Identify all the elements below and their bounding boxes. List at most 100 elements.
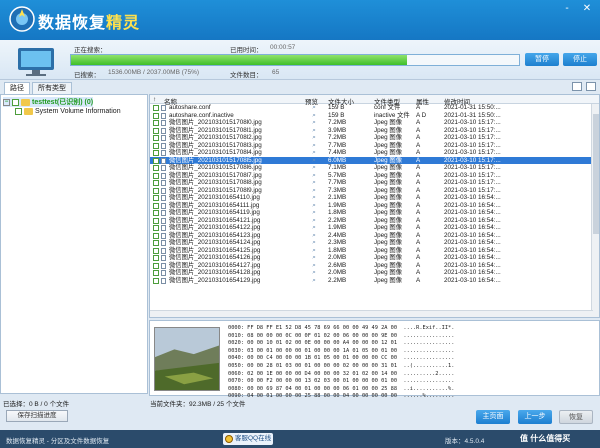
collapse-icon[interactable]: − [3,98,10,106]
preview-magnifier-icon[interactable]: ⌕ [310,134,318,142]
tree-item-system-volume[interactable]: System Volume Information [15,108,121,115]
file-row-checkbox[interactable] [153,187,159,194]
preview-magnifier-icon[interactable]: ⌕ [310,112,318,120]
file-name: 微信图片_202103101654129.jpg [169,276,261,284]
file-row-checkbox[interactable] [153,142,159,149]
file-row[interactable]: 微信图片_202103101654122.jpg ⌕ 1.9MB Jpeg 图像 A 20… [150,224,599,232]
file-row[interactable]: 微信图片_202103101654124.jpg ⌕ 2.3MB Jpeg 图像 A 20… [150,239,599,247]
preview-magnifier-icon[interactable]: ⌕ [310,179,318,187]
preview-magnifier-icon[interactable]: ⌕ [310,209,318,217]
preview-magnifier-icon[interactable]: ⌕ [310,269,318,277]
preview-magnifier-icon[interactable]: ⌕ [310,104,318,112]
file-row-checkbox[interactable] [153,217,159,224]
sort-arrow-icon[interactable]: ↑ [153,96,156,103]
preview-magnifier-icon[interactable]: ⌕ [310,232,318,240]
horizontal-scrollbar[interactable] [150,310,593,317]
close-button[interactable]: ✕ [580,3,594,15]
save-scan-progress-button[interactable]: 保存扫描进度 [6,410,68,422]
minimize-button[interactable]: - [560,3,574,15]
file-row-checkbox[interactable] [153,262,159,269]
file-type: Jpeg 图像 [374,179,402,186]
preview-magnifier-icon[interactable]: ⌕ [310,172,318,180]
file-row-checkbox[interactable] [153,150,159,156]
file-row[interactable]: 微信图片_20210310151708l6.jpg ⌕ 7.1MB Jpeg 图像 A 2… [150,164,599,172]
preview-magnifier-icon[interactable]: ⌕ [310,254,318,262]
file-row[interactable]: autoshare.conf.inactive ⌕ 159 B inactive 文件… [150,112,599,120]
tab-all-types[interactable]: 所有类型 [32,82,72,94]
file-row[interactable]: 微信图片_202103101654121.jpg ⌕ 2.2MB Jpeg 图像 A 20… [150,217,599,225]
file-row[interactable]: 微信图片_20210310151708l8.jpg ⌕ 7.7MB Jpeg 图像 A 2… [150,179,599,187]
file-row-checkbox[interactable] [153,172,159,179]
preview-magnifier-icon[interactable]: ⌕ [310,142,318,150]
vertical-scrollbar[interactable] [591,104,599,317]
file-row-checkbox[interactable] [153,135,159,141]
preview-magnifier-icon[interactable]: ⌕ [310,262,318,270]
file-row-checkbox[interactable] [153,225,159,231]
detail-view-icon[interactable] [586,82,596,91]
file-row[interactable]: 微信图片_202103101654125.jpg ⌕ 1.8MB Jpeg 图像 A 20… [150,247,599,255]
file-row-checkbox[interactable] [153,210,159,216]
file-name: 微信图片_202103101654124.jpg [169,239,261,246]
file-row[interactable]: 微信图片_202103101654129.jpg ⌕ 2.2MB Jpeg 图像 A 20… [150,277,599,285]
scrollbar-thumb[interactable] [593,114,599,234]
preview-magnifier-icon[interactable]: ⌕ [310,164,318,172]
preview-magnifier-icon[interactable]: ⌕ [310,157,318,165]
file-row[interactable]: 微信图片_20210310151708l9.jpg ⌕ 7.3MB Jpeg 图像 A 2… [150,187,599,195]
file-row[interactable]: 微信图片_202103101654111.jpg ⌕ 1.9MB Jpeg 图像 A 20… [150,202,599,210]
file-row-checkbox[interactable] [153,127,159,134]
recover-button[interactable]: 恢复 [559,410,593,424]
file-row[interactable]: 微信图片_202103101654119.jpg ⌕ 1.8MB Jpeg 图像 A 20… [150,209,599,217]
file-attr: A [416,209,421,216]
file-row-checkbox[interactable] [153,180,159,186]
preview-magnifier-icon[interactable]: ⌕ [310,119,318,127]
preview-magnifier-icon[interactable]: ⌕ [310,224,318,232]
file-row[interactable]: 微信图片_202103101654123.jpg ⌕ 2.4MB Jpeg 图像 A 20… [150,232,599,240]
preview-magnifier-icon[interactable]: ⌕ [310,187,318,195]
home-button[interactable]: 主页面 [476,410,510,424]
file-row[interactable]: 微信图片_20210310151708l2.jpg ⌕ 7.2MB Jpeg 图像 A 2… [150,134,599,142]
preview-magnifier-icon[interactable]: ⌕ [310,277,318,285]
file-row[interactable]: 微信图片_20210310151708l3.jpg ⌕ 7.7MB Jpeg 图像 A 2… [150,142,599,150]
file-row-checkbox[interactable] [153,270,159,276]
preview-magnifier-icon[interactable]: ⌕ [310,202,318,210]
list-view-icon[interactable] [572,82,582,91]
prev-step-button[interactable]: 上一步 [518,410,552,424]
preview-magnifier-icon[interactable]: ⌕ [310,194,318,202]
stop-button[interactable]: 停止 [563,53,597,66]
file-row[interactable]: 微信图片_20210310151708l5.jpg ⌕ 6.0MB Jpeg 图像 A 2… [150,156,599,165]
file-row-checkbox[interactable] [153,202,159,209]
file-row[interactable]: 微信图片_20210310151708l0.jpg ⌕ 7.2MB Jpeg 图像 A 2… [150,119,599,127]
file-row-checkbox[interactable] [153,105,159,111]
file-row-checkbox[interactable] [153,255,159,261]
tree-root[interactable]: − testtest(已识别) (0) [3,97,94,107]
tree-item-checkbox[interactable] [15,108,22,115]
preview-magnifier-icon[interactable]: ⌕ [310,127,318,135]
file-row[interactable]: autoshare.conf ⌕ 159 B conf 文件 A 2021-01-31 1… [150,104,599,112]
file-row[interactable]: 微信图片_20210310151708l1.jpg ⌕ 3.9MB Jpeg 图像 A 2… [150,127,599,135]
file-row-checkbox[interactable] [153,157,159,164]
file-row[interactable]: 微信图片_202103101654110.jpg ⌕ 2.1MB Jpeg 图像 A 20… [150,194,599,202]
tree-root-checkbox[interactable] [12,98,19,106]
qq-support-button[interactable]: 客服QQ在线 [223,433,273,445]
file-row-checkbox[interactable] [153,120,159,126]
file-row-checkbox[interactable] [153,165,159,171]
preview-magnifier-icon[interactable]: ⌕ [310,239,318,247]
file-row[interactable]: 微信图片_20210310151708l7.jpg ⌕ 5.7MB Jpeg 图像 A 2… [150,172,599,180]
file-row-checkbox[interactable] [153,232,159,239]
file-row-checkbox[interactable] [153,195,159,201]
preview-magnifier-icon[interactable]: ⌕ [310,149,318,157]
file-rows: autoshare.conf ⌕ 159 B conf 文件 A 2021-01-31 1… [150,104,599,284]
file-row[interactable]: 微信图片_20210310151708l4.jpg ⌕ 7.4MB Jpeg 图像 A 2… [150,149,599,157]
file-row[interactable]: 微信图片_202103101654128.jpg ⌕ 2.0MB Jpeg 图像 A 20… [150,269,599,277]
file-row[interactable]: 微信图片_202103101654127.jpg ⌕ 2.6MB Jpeg 图像 A 20… [150,262,599,270]
file-row[interactable]: 微信图片_202103101654126.jpg ⌕ 2.0MB Jpeg 图像 A 20… [150,254,599,262]
pause-button[interactable]: 暂停 [525,53,559,66]
file-row-checkbox[interactable] [153,112,159,119]
file-date: 2021-03-10 16:54:... [444,276,501,284]
preview-magnifier-icon[interactable]: ⌕ [310,217,318,225]
file-row-checkbox[interactable] [153,240,159,246]
preview-magnifier-icon[interactable]: ⌕ [310,247,318,255]
file-row-checkbox[interactable] [153,247,159,254]
tab-path[interactable]: 路径 [4,82,30,94]
file-row-checkbox[interactable] [153,277,159,284]
